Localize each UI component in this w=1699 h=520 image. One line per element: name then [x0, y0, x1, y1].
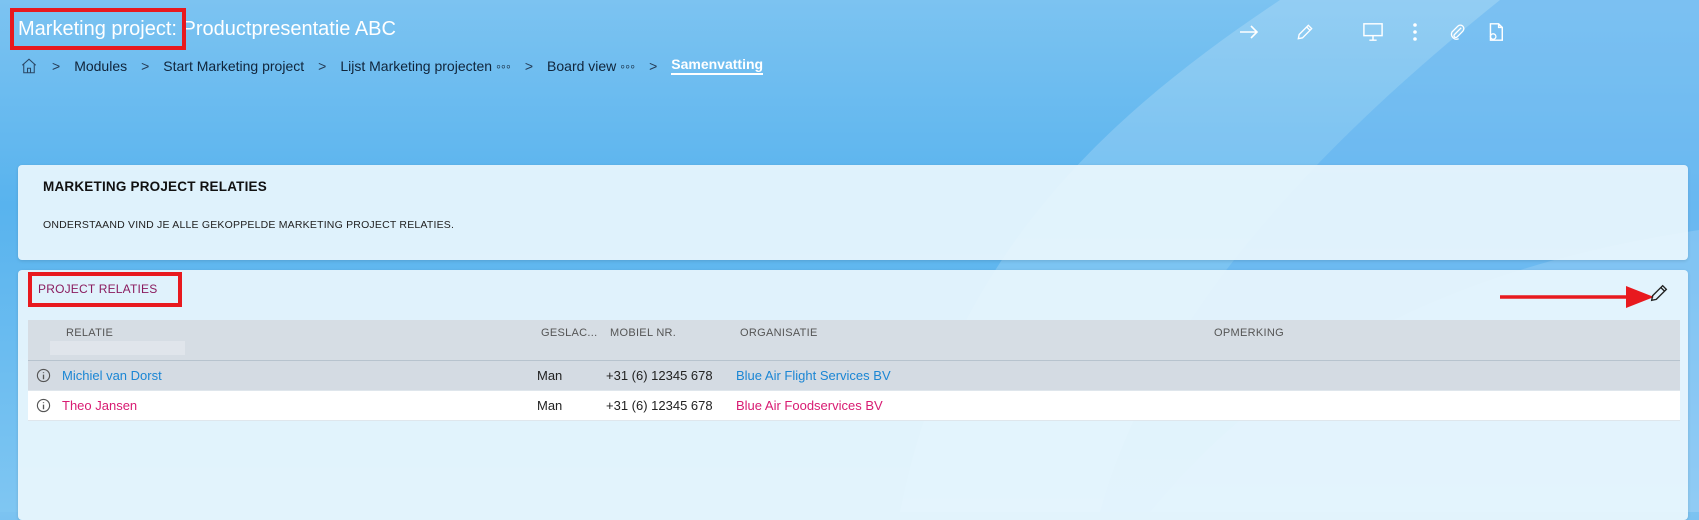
table-row[interactable]: Michiel van Dorst Man +31 (6) 12345 678 … [28, 361, 1680, 391]
project-relations-card: PROJECT RELATIES RELATIE GESLAC... MOBIE… [18, 270, 1688, 520]
geslacht-cell: Man [537, 398, 563, 413]
info-icon[interactable] [36, 398, 51, 413]
pencil-icon [1650, 284, 1668, 302]
column-header-geslacht[interactable]: GESLAC... [541, 327, 598, 339]
breadcrumb-item-board-view[interactable]: Board view ◦◦◦ [547, 58, 635, 74]
summary-heading: MARKETING PROJECT RELATIES [43, 179, 267, 194]
red-arrow-annotation [1500, 286, 1654, 308]
info-icon[interactable] [36, 368, 51, 383]
pencil-icon[interactable] [1291, 18, 1319, 46]
table-header: RELATIE GESLAC... MOBIEL NR. ORGANISATIE… [28, 320, 1680, 361]
organisatie-link[interactable]: Blue Air Flight Services BV [736, 368, 891, 383]
breadcrumb-separator: > [649, 57, 658, 74]
home-icon[interactable] [20, 57, 38, 75]
breadcrumb-item-start-marketing-project[interactable]: Start Marketing project [163, 58, 304, 74]
breadcrumb-item-samenvatting: Samenvatting [671, 56, 764, 75]
section-title: PROJECT RELATIES [38, 282, 158, 296]
breadcrumb-separator: > [52, 57, 61, 74]
edit-relations-button[interactable] [1648, 282, 1672, 306]
breadcrumb-separator: > [524, 57, 534, 74]
relatie-link[interactable]: Michiel van Dorst [62, 368, 162, 383]
column-header-mobiel[interactable]: MOBIEL NR. [610, 327, 676, 339]
column-header-organisatie[interactable]: ORGANISATIE [740, 327, 818, 339]
breadcrumb-item-lijst-marketing-projecten[interactable]: Lijst Marketing projecten ◦◦◦ [340, 58, 511, 74]
paperclip-icon[interactable] [1443, 18, 1471, 46]
column-header-opmerking[interactable]: OPMERKING [1214, 327, 1284, 339]
summary-card: MARKETING PROJECT RELATIES ONDERSTAAND V… [18, 165, 1688, 260]
breadcrumb-item-modules[interactable]: Modules [74, 58, 127, 74]
title-highlight-box [10, 8, 186, 50]
page-title: Marketing project: Productpresentatie AB… [10, 8, 396, 50]
mobiel-cell: +31 (6) 12345 678 [606, 368, 713, 383]
monitor-icon[interactable] [1359, 18, 1387, 46]
more-vertical-icon[interactable] [1401, 18, 1429, 46]
summary-description: ONDERSTAAND VIND JE ALLE GEKOPPELDE MARK… [43, 219, 455, 231]
document-copy-icon[interactable] [1481, 18, 1509, 46]
breadcrumb-separator: > [141, 57, 150, 74]
mobiel-cell: +31 (6) 12345 678 [606, 398, 713, 413]
table-row[interactable]: Theo Jansen Man +31 (6) 12345 678 Blue A… [28, 391, 1680, 421]
column-filter[interactable] [50, 341, 185, 355]
geslacht-cell: Man [537, 368, 563, 383]
relatie-link[interactable]: Theo Jansen [62, 398, 137, 413]
breadcrumb-separator: > [318, 57, 327, 74]
page-header: Marketing project: Productpresentatie AB… [0, 0, 1699, 90]
column-header-relatie[interactable]: RELATIE [66, 327, 113, 339]
arrow-right-icon[interactable] [1235, 18, 1263, 46]
breadcrumb: > Modules > Start Marketing project > Li… [20, 56, 764, 75]
relations-table: RELATIE GESLAC... MOBIEL NR. ORGANISATIE… [28, 320, 1680, 421]
organisatie-link[interactable]: Blue Air Foodservices BV [736, 398, 883, 413]
